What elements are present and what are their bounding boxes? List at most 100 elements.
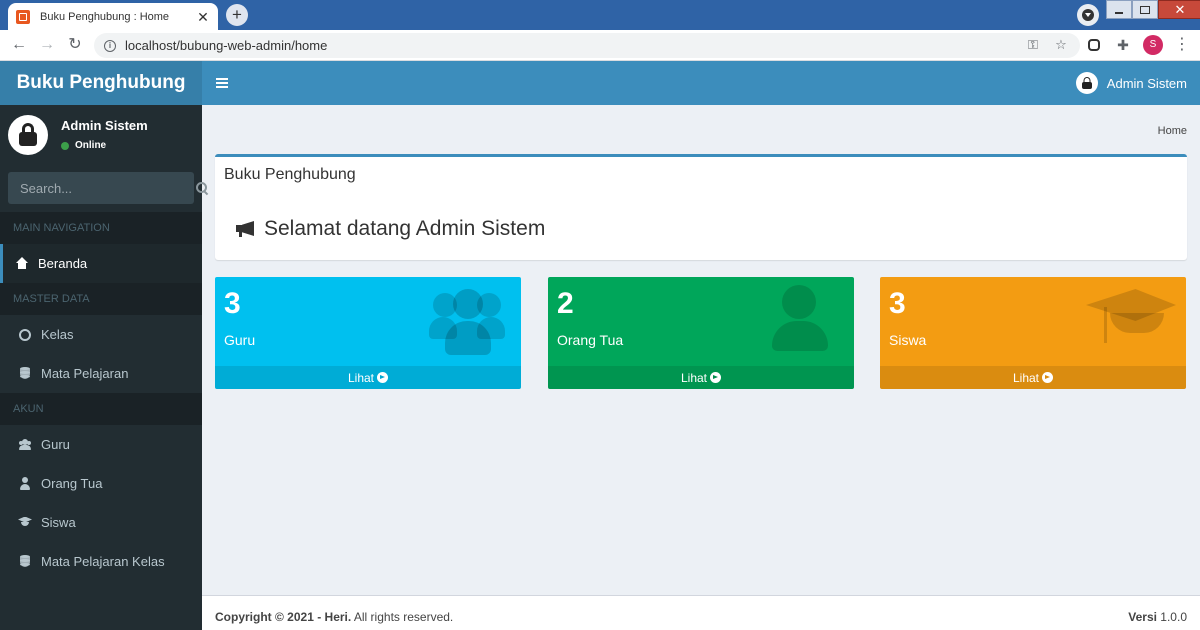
sidebar-item-kelas[interactable]: Kelas (0, 315, 202, 354)
extension-icon[interactable] (1088, 39, 1100, 51)
box-title: Buku Penghubung (224, 166, 356, 183)
online-dot-icon (61, 141, 69, 150)
forward-button[interactable]: → (37, 35, 57, 55)
menu-header-main-navigation: MAIN NAVIGATION (0, 212, 202, 244)
tab-close-button[interactable]: ✕ (196, 10, 210, 24)
graduation-cap-icon (18, 516, 32, 530)
sidebar-item-label: Beranda (38, 256, 88, 271)
welcome-box: Buku Penghubung Selamat datang Admin Sis… (215, 154, 1187, 260)
copyright-bold: Copyright © 2021 - Heri. (215, 610, 352, 624)
sidebar-item-beranda[interactable]: Beranda (0, 244, 202, 283)
bullhorn-icon (236, 220, 258, 238)
sidebar-item-label: Mata Pelajaran (41, 366, 129, 381)
stat-label: Orang Tua (557, 332, 624, 348)
user-status: Online (61, 140, 106, 151)
favicon-icon (16, 9, 30, 24)
user-panel: Admin Sistem Online (0, 105, 202, 165)
stat-card-orang-tua: 2 Orang Tua Lihat (548, 277, 854, 389)
lock-icon (1075, 72, 1098, 94)
welcome-message: Selamat datang Admin Sistem (236, 217, 545, 241)
menu-header-master-data: MASTER DATA (0, 283, 202, 315)
copyright: Copyright © 2021 - Heri. All rights rese… (215, 610, 453, 624)
stat-link-label: Lihat (680, 370, 708, 385)
users-icon (18, 438, 32, 452)
app-header: Buku Penghubung Admin Sistem (0, 61, 1200, 105)
stat-value: 3 (224, 287, 241, 320)
reload-button[interactable]: ↻ (65, 35, 85, 55)
browser-menu-icon[interactable]: ⋮ (1174, 35, 1190, 55)
stat-link-label: Lihat (1012, 370, 1040, 385)
user-menu-name: Admin Sistem (1106, 75, 1187, 91)
main-content: Home Buku Penghubung Selamat datang Admi… (202, 105, 1200, 595)
sidebar-item-guru[interactable]: Guru (0, 425, 202, 464)
circle-icon (18, 328, 32, 342)
sidebar-item-siswa[interactable]: Siswa (0, 503, 202, 542)
sidebar-item-mata-pelajaran-kelas[interactable]: Mata Pelajaran Kelas (0, 542, 202, 581)
stat-more-link[interactable]: Lihat (215, 366, 521, 389)
welcome-text: Selamat datang Admin Sistem (264, 217, 546, 240)
profile-avatar[interactable]: S (1143, 35, 1163, 55)
bookmark-star-icon[interactable]: ☆ (1053, 37, 1069, 53)
menu-header-akun: AKUN (0, 393, 202, 425)
close-window-button[interactable] (1158, 0, 1200, 19)
key-icon[interactable]: ⚿ (1025, 37, 1041, 53)
version-label: Versi (1128, 610, 1157, 624)
stat-value: 2 (557, 287, 574, 320)
database-icon (18, 366, 32, 381)
arrow-circle-right-icon (710, 372, 722, 383)
version-info: Versi 1.0.0 (1128, 610, 1187, 624)
arrow-circle-right-icon (377, 372, 389, 383)
stat-more-link[interactable]: Lihat (880, 366, 1186, 389)
sidebar-item-label: Orang Tua (41, 476, 103, 491)
sidebar-item-label: Mata Pelajaran Kelas (41, 554, 165, 569)
graduation-cap-icon (1086, 285, 1176, 361)
user-menu[interactable]: Admin Sistem (1075, 72, 1187, 94)
puzzle-icon[interactable]: ✚ (1115, 37, 1131, 53)
breadcrumb[interactable]: Home (1158, 125, 1187, 137)
stat-link-label: Lihat (347, 370, 375, 385)
browser-toolbar: ← → ↻ i localhost/bubung-web-admin/home … (0, 30, 1200, 61)
page-footer: Copyright © 2021 - Heri. All rights rese… (202, 595, 1200, 630)
sidebar-item-label: Guru (41, 437, 70, 452)
tab-title: Buku Penghubung : Home (40, 10, 170, 23)
users-icon (429, 285, 505, 361)
database-icon (18, 554, 32, 569)
user-avatar-lock-icon (8, 115, 48, 155)
site-info-icon[interactable]: i (104, 39, 116, 52)
home-icon (15, 256, 29, 271)
stat-label: Guru (224, 332, 256, 348)
user-status-label: Online (75, 140, 107, 151)
sidebar-item-label: Siswa (41, 515, 76, 530)
copyright-rest: All rights reserved. (351, 610, 454, 624)
sidebar-item-orang-tua[interactable]: Orang Tua (0, 464, 202, 503)
minimize-button[interactable] (1106, 0, 1132, 19)
back-button[interactable]: ← (9, 35, 29, 55)
browser-tab[interactable]: Buku Penghubung : Home ✕ (8, 3, 218, 30)
window-controls (1106, 0, 1200, 20)
arrow-circle-right-icon (1042, 372, 1054, 383)
sidebar-item-label: Kelas (41, 327, 74, 342)
new-tab-button[interactable]: + (226, 4, 248, 26)
stat-value: 3 (889, 287, 906, 320)
app-logo[interactable]: Buku Penghubung (0, 61, 202, 105)
tab-search-icon[interactable] (1077, 4, 1099, 26)
sidebar-toggle-icon[interactable] (216, 78, 228, 88)
url-text[interactable]: localhost/bubung-web-admin/home (125, 38, 327, 53)
stat-card-guru: 3 Guru Lihat (215, 277, 521, 389)
maximize-button[interactable] (1132, 0, 1158, 19)
sidebar-search (8, 172, 207, 204)
stat-label: Siswa (889, 332, 927, 348)
browser-tab-strip: Buku Penghubung : Home ✕ + (0, 0, 1200, 30)
sidebar-item-mata-pelajaran[interactable]: Mata Pelajaran (0, 354, 202, 393)
sidebar-user-name: Admin Sistem (61, 118, 148, 133)
stat-more-link[interactable]: Lihat (548, 366, 854, 389)
sidebar: Admin Sistem Online MAIN NAVIGATION Bera… (0, 105, 207, 630)
user-icon (18, 476, 32, 491)
stat-card-siswa: 3 Siswa Lihat (880, 277, 1186, 389)
address-bar[interactable]: i localhost/bubung-web-admin/home (94, 33, 1080, 58)
user-icon (762, 285, 838, 361)
top-navbar: Admin Sistem (202, 61, 1200, 105)
search-input[interactable] (20, 180, 196, 196)
version-number: 1.0.0 (1156, 610, 1187, 624)
sidebar-menu: MAIN NAVIGATION Beranda MASTER DATA Kela… (0, 212, 202, 581)
